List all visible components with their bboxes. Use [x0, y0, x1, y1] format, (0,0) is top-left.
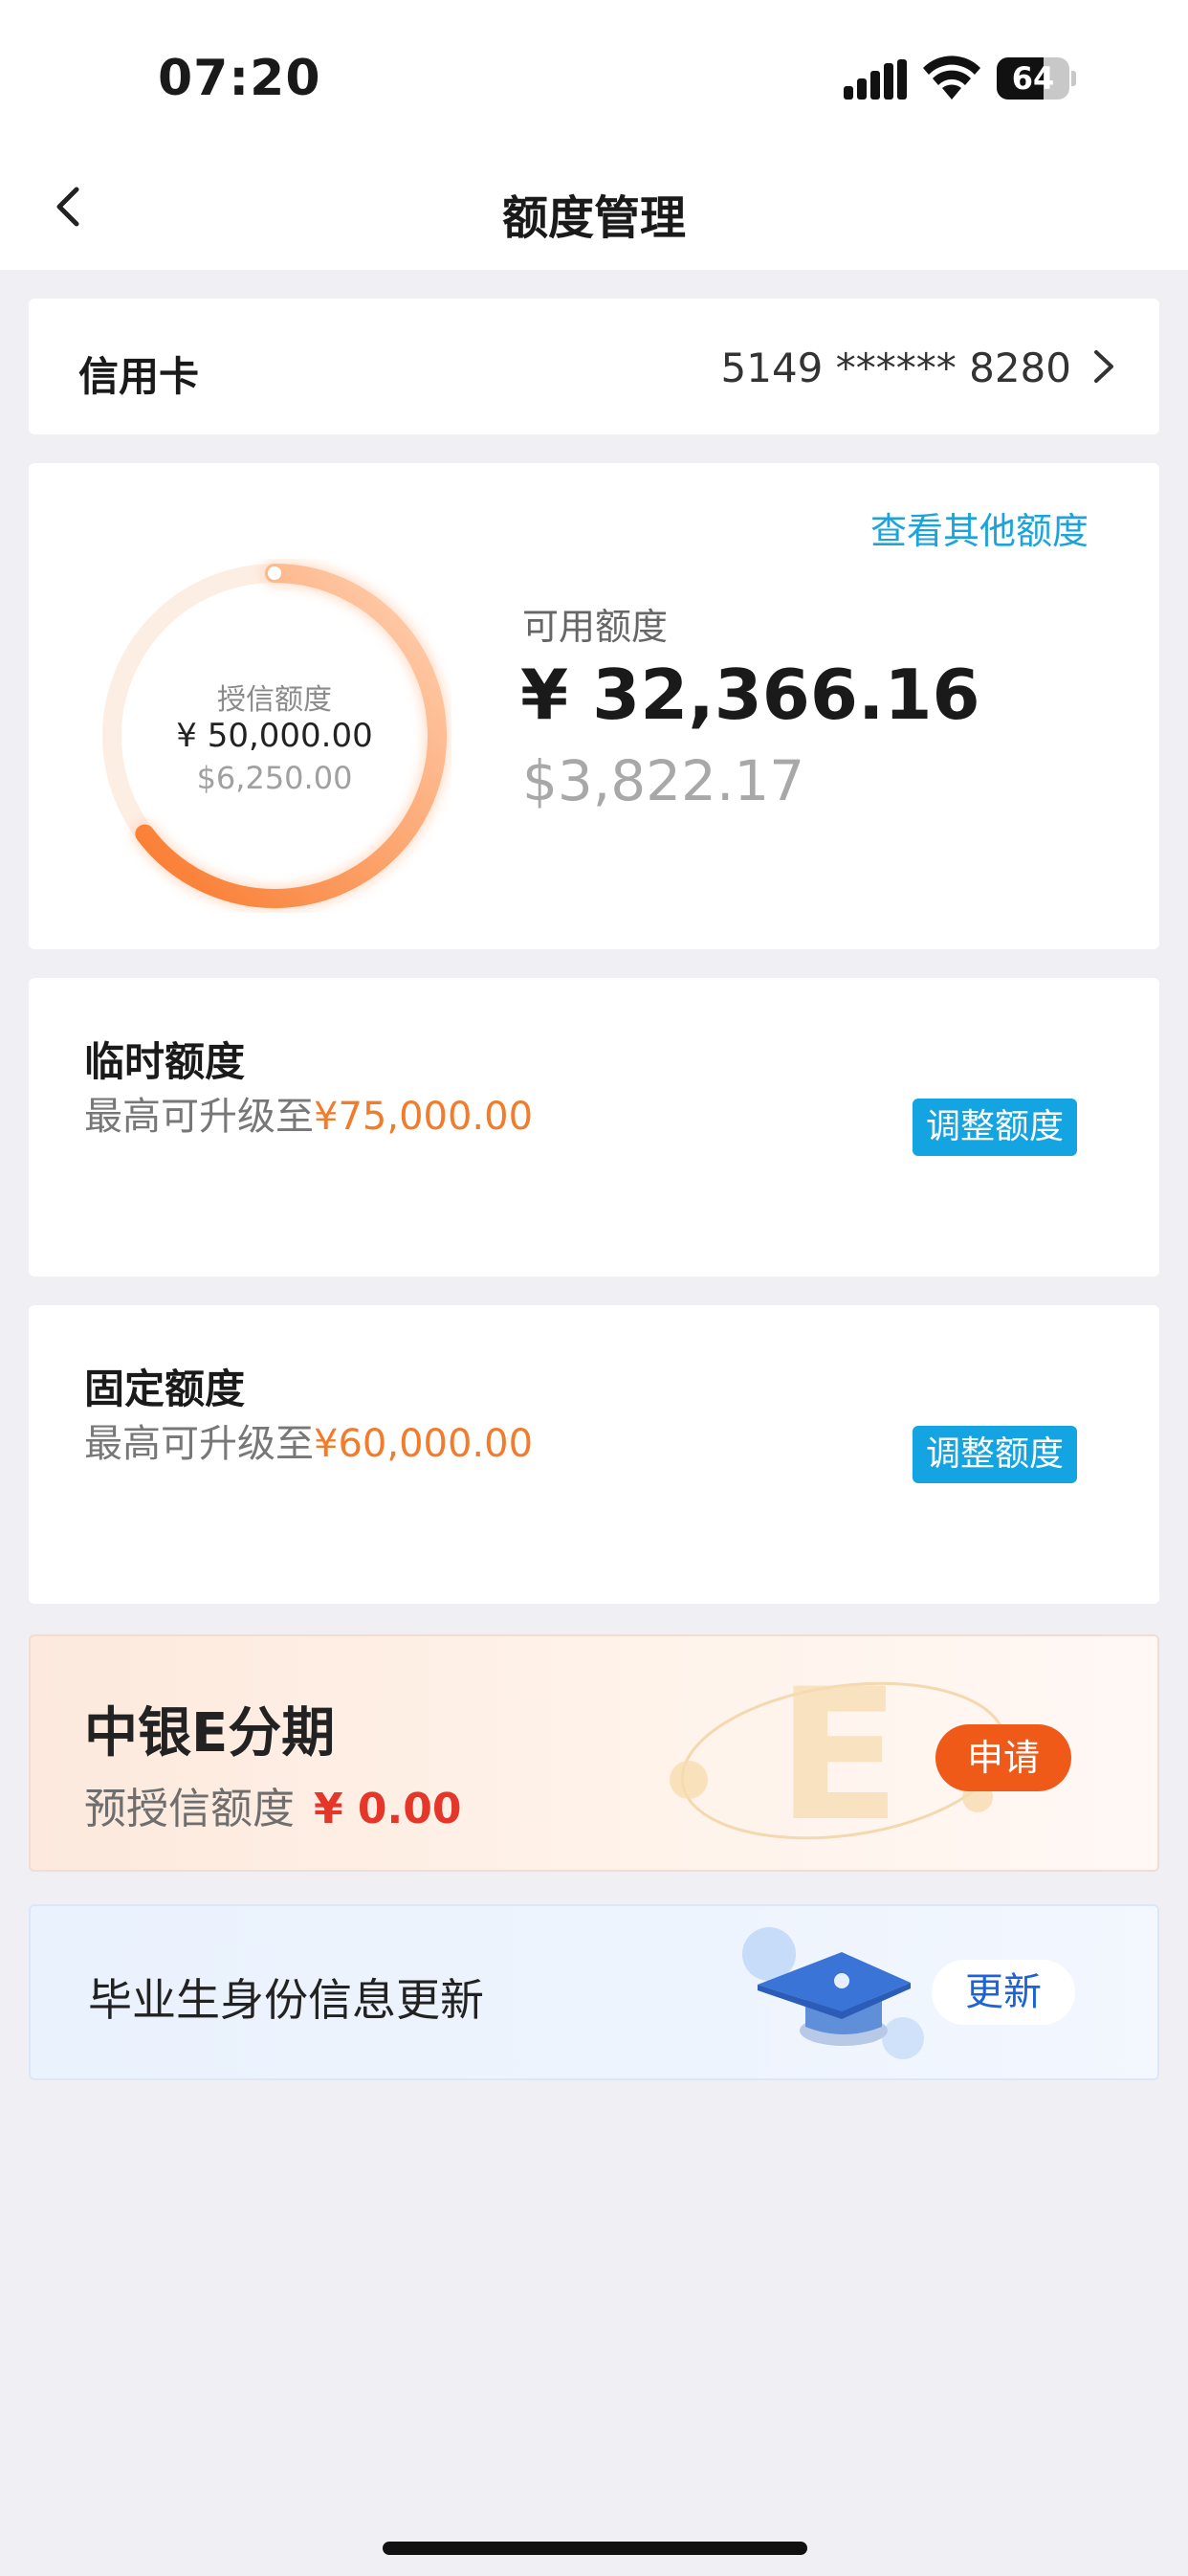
status-time: 07:20: [158, 50, 321, 107]
credit-limit-usd: $6,250.00: [196, 760, 353, 796]
installment-title: 中银E分期: [84, 1702, 336, 1765]
nav-bar: 额度管理: [0, 144, 1188, 270]
battery-level: 64: [1011, 60, 1055, 97]
temporary-limit-desc: 最高可升级至¥75,000.00: [84, 1085, 533, 1141]
graduate-update-button[interactable]: 更新: [932, 1960, 1075, 2025]
cellular-signal-icon: [844, 59, 907, 100]
fixed-limit-card: 固定额度 最高可升级至¥60,000.00 调整额度: [29, 1305, 1159, 1604]
available-limit-usd: $3,822.17: [522, 748, 805, 813]
credit-limit-amount: ¥ 50,000.00: [176, 717, 373, 755]
card-type-label: 信用卡: [78, 353, 200, 400]
fixed-limit-max-amount: ¥60,000.00: [314, 1422, 534, 1466]
available-limit-label: 可用额度: [522, 606, 669, 648]
available-limit-amount: ¥ 32,366.16: [520, 655, 980, 735]
fixed-limit-desc: 最高可升级至¥60,000.00: [84, 1412, 533, 1468]
installment-apply-button[interactable]: 申请: [935, 1724, 1071, 1791]
ring-start-dot: [268, 566, 281, 580]
credit-ring-chart: 授信额度 ¥ 50,000.00 $6,250.00: [98, 559, 451, 913]
temporary-limit-card: 临时额度 最高可升级至¥75,000.00 调整额度: [29, 978, 1159, 1277]
fixed-limit-title: 固定额度: [84, 1366, 246, 1412]
card-selector[interactable]: 信用卡 5149 ****** 8280: [29, 299, 1159, 434]
temporary-limit-desc-prefix: 最高可升级至: [84, 1095, 314, 1139]
chevron-right-icon: [1094, 350, 1113, 383]
card-number: 5149 ****** 8280: [720, 344, 1071, 391]
temporary-limit-max-amount: ¥75,000.00: [314, 1095, 534, 1139]
installment-desc: 预授信额度 ¥ 0.00: [84, 1774, 462, 1835]
page-title: 额度管理: [501, 191, 686, 245]
battery-icon: 64: [997, 57, 1076, 100]
temporary-limit-title: 临时额度: [84, 1038, 246, 1085]
adjust-fixed-limit-button[interactable]: 调整额度: [913, 1426, 1077, 1483]
home-indicator: [383, 2542, 807, 2555]
graduation-cap-icon: [742, 1927, 924, 2059]
adjust-temporary-limit-button[interactable]: 调整额度: [913, 1099, 1077, 1156]
installment-pre-credit-amount: ¥ 0.00: [314, 1785, 462, 1833]
installment-desc-prefix: 预授信额度: [84, 1785, 295, 1833]
graduate-info-banner[interactable]: 毕业生身份信息更新 更新: [29, 1904, 1159, 2080]
credit-summary-card: 查看其他额度 授信额度 ¥ 50,000.00 $6,250.00 可用额度 ¥…: [29, 463, 1159, 949]
graduate-info-title: 毕业生身份信息更新: [88, 1974, 484, 2026]
wifi-icon: [923, 56, 980, 100]
credit-limit-label: 授信额度: [217, 683, 332, 717]
view-other-limits-link[interactable]: 查看其他额度: [870, 501, 1089, 554]
status-bar: 07:20 64: [0, 0, 1188, 144]
installment-banner[interactable]: E 中银E分期 预授信额度 ¥ 0.00 申请: [29, 1634, 1159, 1872]
svg-text:E: E: [777, 1655, 901, 1861]
fixed-limit-desc-prefix: 最高可升级至: [84, 1422, 314, 1466]
